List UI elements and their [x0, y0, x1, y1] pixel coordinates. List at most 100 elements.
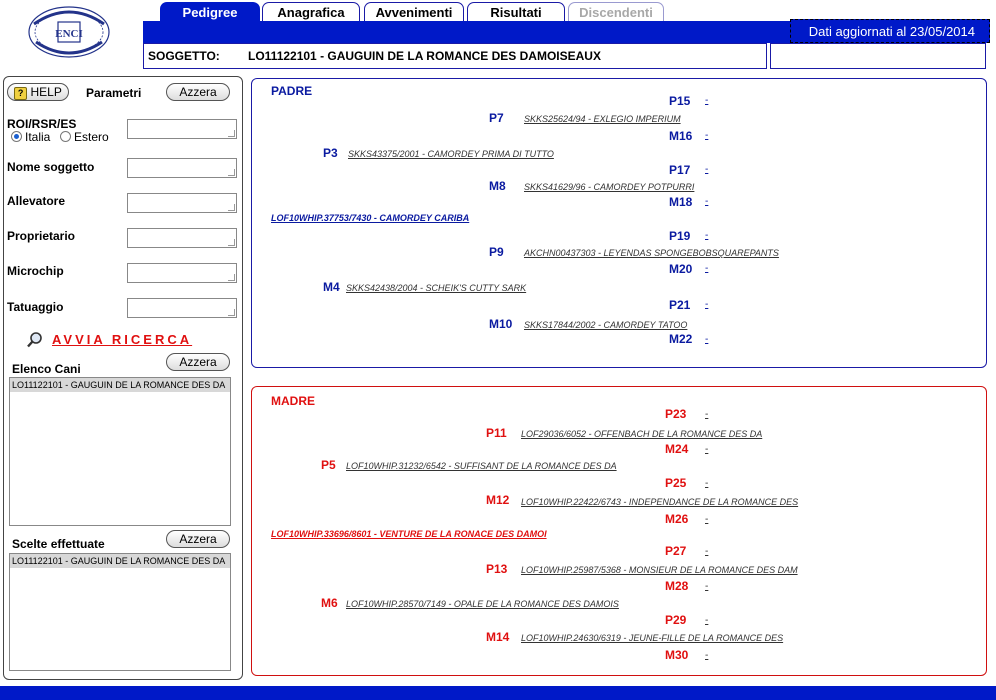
p7-code: P7: [489, 111, 504, 125]
p5-dog[interactable]: LOF10WHIP.31232/6542 - SUFFISANT DE LA R…: [346, 461, 617, 471]
m6-code: M6: [321, 596, 338, 610]
elenco-list[interactable]: LO11122101 - GAUGUIN DE LA ROMANCE DES D…: [9, 377, 231, 526]
madre-title: MADRE: [271, 394, 315, 408]
proprietario-input[interactable]: [127, 228, 237, 248]
search-link[interactable]: AVVIA RICERCA: [52, 332, 192, 347]
subject-label: SOGGETTO:: [148, 49, 220, 63]
enci-logo: ENCI: [28, 6, 110, 58]
scelte-label: Scelte effettuate: [12, 537, 105, 551]
help-button[interactable]: ? HELP: [7, 83, 69, 101]
tatuaggio-label: Tatuaggio: [7, 300, 64, 314]
m28-code: M28: [665, 579, 689, 593]
radio-italia[interactable]: [11, 131, 22, 142]
subject-box: SOGGETTO: LO11122101 - GAUGUIN DE LA ROMA…: [143, 43, 767, 69]
tab-avvenimenti[interactable]: Avvenimenti: [364, 2, 464, 22]
header-empty-box: [770, 43, 986, 69]
m30-link[interactable]: -: [705, 650, 708, 661]
p19-link[interactable]: -: [705, 230, 708, 241]
microchip-label: Microchip: [7, 264, 64, 278]
m16-code: M16: [669, 129, 693, 143]
p23-code: P23: [665, 407, 687, 421]
update-date: Dati aggiornati al 23/05/2014: [790, 19, 990, 43]
svg-text:ENCI: ENCI: [55, 28, 83, 40]
nome-label: Nome soggetto: [7, 160, 95, 174]
m20-code: M20: [669, 262, 693, 276]
p29-link[interactable]: -: [705, 615, 708, 626]
radio-estero[interactable]: [60, 131, 71, 142]
m30-code: M30: [665, 648, 689, 662]
nome-input[interactable]: [127, 158, 237, 178]
p27-code: P27: [665, 544, 687, 558]
roi-input[interactable]: [127, 119, 237, 139]
m6-dog[interactable]: LOF10WHIP.28570/7149 - OPALE DE LA ROMAN…: [346, 599, 619, 609]
p19-code: P19: [669, 229, 691, 243]
p15-link[interactable]: -: [705, 95, 708, 106]
p15-code: P15: [669, 94, 691, 108]
m26-code: M26: [665, 512, 689, 526]
p11-code: P11: [486, 426, 507, 440]
scelte-list[interactable]: LO11122101 - GAUGUIN DE LA ROMANCE DES D…: [9, 553, 231, 671]
m16-link[interactable]: -: [705, 130, 708, 141]
reset-elenco-button[interactable]: Azzera: [166, 353, 230, 371]
p13-code: P13: [486, 562, 508, 576]
m26-link[interactable]: -: [705, 514, 708, 525]
p3-code: P3: [323, 146, 338, 160]
proprietario-label: Proprietario: [7, 229, 76, 243]
m18-link[interactable]: -: [705, 196, 708, 207]
p17-link[interactable]: -: [705, 164, 708, 175]
tab-discendenti: Discendenti: [568, 2, 664, 22]
p27-link[interactable]: -: [705, 546, 708, 557]
help-icon: ?: [14, 87, 28, 100]
allevatore-label: Allevatore: [7, 194, 66, 208]
m24-code: M24: [665, 442, 689, 456]
help-label: HELP: [30, 85, 62, 99]
radio-estero-label: Estero: [74, 130, 109, 144]
m4-code: M4: [323, 280, 340, 294]
p21-link[interactable]: -: [705, 299, 708, 310]
p13-dog[interactable]: LOF10WHIP.25987/5368 - MONSIEUR DE LA RO…: [521, 565, 798, 575]
m18-code: M18: [669, 195, 693, 209]
params-label: Parametri: [86, 86, 142, 100]
radio-italia-label: Italia: [25, 130, 51, 144]
p9-dog[interactable]: AKCHN00437303 - LEYENDAS SPONGEBOBSQUARE…: [524, 248, 779, 258]
reset-scelte-button[interactable]: Azzera: [166, 530, 230, 548]
p11-dog[interactable]: LOF29036/6052 - OFFENBACH DE LA ROMANCE …: [521, 429, 762, 439]
p21-code: P21: [669, 298, 691, 312]
elenco-label: Elenco Cani: [12, 362, 81, 376]
tatuaggio-input[interactable]: [127, 298, 237, 318]
m4-dog[interactable]: SKKS42438/2004 - SCHEIK'S CUTTY SARK: [346, 283, 526, 293]
p3-dog[interactable]: SKKS43375/2001 - CAMORDEY PRIMA DI TUTTO: [348, 149, 554, 159]
m22-link[interactable]: -: [705, 334, 708, 345]
allevatore-input[interactable]: [127, 193, 237, 213]
m14-code: M14: [486, 630, 510, 644]
m22-code: M22: [669, 332, 693, 346]
tab-pedigree[interactable]: Pedigree: [160, 2, 260, 22]
m8-dog[interactable]: SKKS41629/96 - CAMORDEY POTPURRI: [524, 182, 694, 192]
p5-code: P5: [321, 458, 336, 472]
list-item[interactable]: LO11122101 - GAUGUIN DE LA ROMANCE DES D…: [10, 554, 230, 568]
microchip-input[interactable]: [127, 263, 237, 283]
m10-code: M10: [489, 317, 513, 331]
m14-dog[interactable]: LOF10WHIP.24630/6319 - JEUNE-FILLE DE LA…: [521, 633, 783, 643]
m24-link[interactable]: -: [705, 444, 708, 455]
subject-value: LO11122101 - GAUGUIN DE LA ROMANCE DES D…: [248, 49, 601, 63]
p7-dog[interactable]: SKKS25624/94 - EXLEGIO IMPERIUM: [524, 114, 681, 124]
tab-risultati[interactable]: Risultati: [467, 2, 565, 22]
tab-anagrafica[interactable]: Anagrafica: [262, 2, 360, 22]
m20-link[interactable]: -: [705, 263, 708, 274]
footer-bar: [0, 686, 996, 700]
padre-main-dog[interactable]: LOF10WHIP.37753/7430 - CAMORDEY CARIBA: [271, 213, 469, 223]
m10-dog[interactable]: SKKS17844/2002 - CAMORDEY TATOO: [524, 320, 687, 330]
list-item[interactable]: LO11122101 - GAUGUIN DE LA ROMANCE DES D…: [10, 378, 230, 392]
madre-main-dog[interactable]: LOF10WHIP.33696/8601 - VENTURE DE LA RON…: [271, 529, 547, 539]
magnifier-icon[interactable]: [26, 331, 44, 349]
p23-link[interactable]: -: [705, 409, 708, 420]
m12-dog[interactable]: LOF10WHIP.22422/6743 - INDEPENDANCE DE L…: [521, 497, 798, 507]
padre-title: PADRE: [271, 84, 313, 98]
p29-code: P29: [665, 613, 687, 627]
roi-label: ROI/RSR/ES: [7, 117, 77, 131]
p25-link[interactable]: -: [705, 478, 708, 489]
reset-params-button[interactable]: Azzera: [166, 83, 230, 101]
m28-link[interactable]: -: [705, 581, 708, 592]
p17-code: P17: [669, 163, 691, 177]
